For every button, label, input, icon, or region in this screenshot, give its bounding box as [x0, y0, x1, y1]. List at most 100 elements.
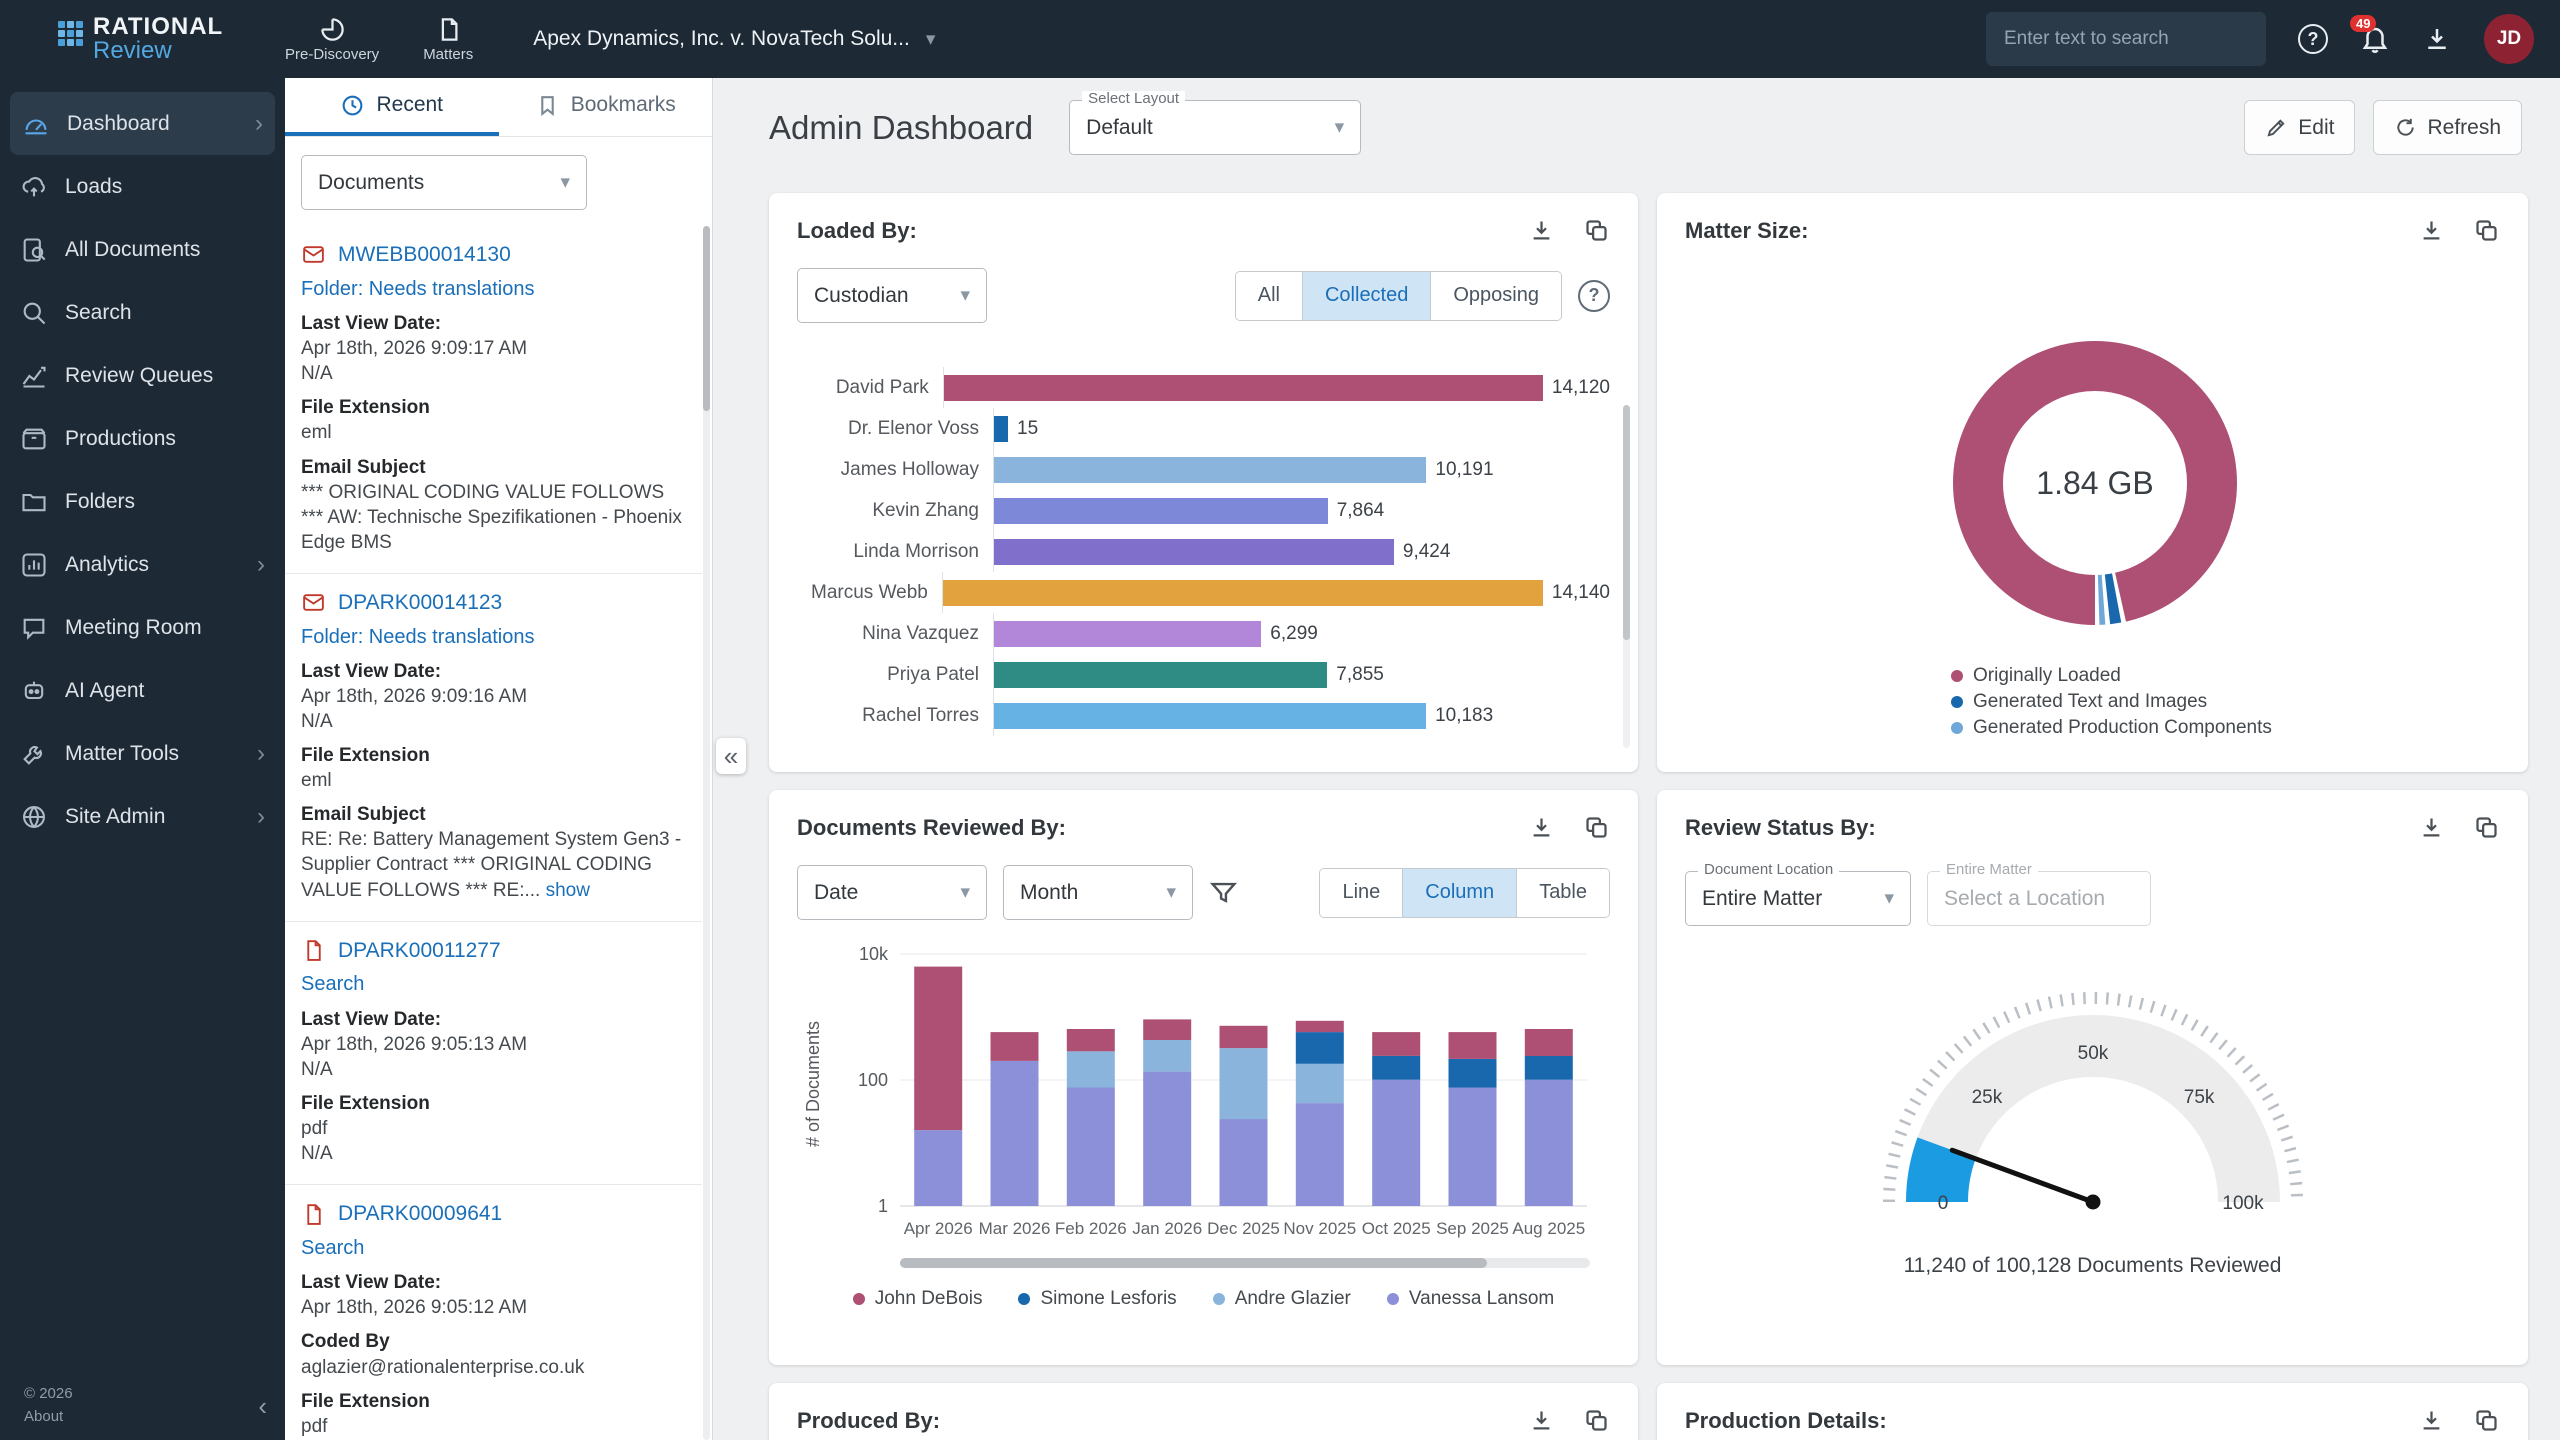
- copy-icon[interactable]: [2473, 814, 2500, 841]
- tab-bookmarks[interactable]: Bookmarks: [499, 78, 713, 136]
- scrollbar-thumb[interactable]: [900, 1258, 1487, 1268]
- toggle-line[interactable]: Line: [1320, 869, 1402, 917]
- notifications-button[interactable]: 49: [2360, 24, 2390, 54]
- sidebar-item-review-queues[interactable]: Review Queues: [0, 344, 285, 407]
- app-logo[interactable]: RATIONAL Review: [0, 15, 285, 64]
- nav-matters[interactable]: Matters: [423, 16, 473, 63]
- sidebar-item-ai-agent[interactable]: AI Agent: [0, 659, 285, 722]
- show-more-link[interactable]: show: [540, 880, 590, 901]
- document-id-link[interactable]: DPARK00009641: [338, 1200, 502, 1228]
- sidebar: Dashboard› Loads All DocumentsSearchReview…: [0, 78, 285, 1440]
- toggle-collected[interactable]: Collected: [1302, 272, 1430, 320]
- field-value: pdf: [301, 1116, 690, 1141]
- scrollbar-thumb[interactable]: [703, 226, 710, 411]
- filter-icon[interactable]: [1209, 878, 1238, 907]
- sidebar-item-analytics[interactable]: Analytics›: [0, 533, 285, 596]
- edit-button[interactable]: Edit: [2244, 100, 2355, 155]
- legend-dot: [1213, 1293, 1225, 1305]
- location-input[interactable]: Entire Matter Select a Location: [1927, 871, 2151, 926]
- sidebar-item-matter-tools[interactable]: Matter Tools›: [0, 722, 285, 785]
- sidebar-item-all-documents[interactable]: All Documents: [0, 218, 285, 281]
- sidebar-item-folders[interactable]: Folders: [0, 470, 285, 533]
- copy-icon[interactable]: [1583, 1407, 1610, 1434]
- matter-size-card: Matter Size: 1.84 GB Originally LoadedGe…: [1657, 193, 2528, 772]
- help-button[interactable]: ?: [2298, 24, 2328, 54]
- chart-vertical-scrollbar[interactable]: [1623, 405, 1630, 748]
- help-icon[interactable]: ?: [1578, 280, 1610, 312]
- layout-select[interactable]: Select Layout Default ▾: [1069, 100, 1361, 155]
- bar-category-label: Rachel Torres: [797, 705, 993, 727]
- custodian-select[interactable]: Custodian ▾: [797, 268, 987, 323]
- document-location-select[interactable]: Document Location Entire Matter ▾: [1685, 871, 1911, 926]
- sidebar-item-label: Meeting Room: [65, 616, 202, 640]
- chart-horizontal-scrollbar[interactable]: [900, 1258, 1590, 1268]
- ai-agent-icon: [20, 677, 48, 705]
- copy-icon[interactable]: [1583, 814, 1610, 841]
- svg-text:Jan 2026: Jan 2026: [1132, 1219, 1202, 1238]
- toggle-table[interactable]: Table: [1516, 869, 1609, 917]
- document-id-link[interactable]: DPARK00011277: [338, 937, 501, 965]
- search-input[interactable]: [1986, 12, 2266, 66]
- copy-icon[interactable]: [1583, 217, 1610, 244]
- interval-select[interactable]: Month ▾: [1003, 865, 1193, 920]
- sidebar-item-search[interactable]: Search: [0, 281, 285, 344]
- document-list-item: DPARK00014123 Folder: Needs translations L…: [285, 574, 702, 922]
- legend-dot: [1951, 722, 1963, 734]
- scrollbar-thumb[interactable]: [1623, 405, 1630, 640]
- matter-selector[interactable]: Apex Dynamics, Inc. v. NovaTech Solu... …: [533, 27, 935, 51]
- sidebar-item-productions[interactable]: Productions: [0, 407, 285, 470]
- bar-track: 9,424: [993, 531, 1610, 572]
- toggle-opposing[interactable]: Opposing: [1430, 272, 1561, 320]
- sidebar-item-loads[interactable]: Loads: [0, 155, 285, 218]
- panel-scrollbar[interactable]: [703, 226, 710, 1440]
- refresh-button[interactable]: Refresh: [2373, 100, 2522, 155]
- download-button[interactable]: [2422, 24, 2452, 54]
- toggle-all[interactable]: All: [1236, 272, 1302, 320]
- bar: [944, 375, 1543, 401]
- user-avatar[interactable]: JD: [2484, 14, 2534, 64]
- sidebar-item-label: Productions: [65, 427, 176, 451]
- download-icon[interactable]: [2418, 814, 2445, 841]
- location-input-placeholder: Select a Location: [1944, 887, 2105, 911]
- download-icon[interactable]: [1528, 814, 1555, 841]
- copy-icon[interactable]: [2473, 1407, 2500, 1434]
- review-status-gauge: 025k50k75k100k: [1833, 952, 2353, 1242]
- document-source-link[interactable]: Folder: Needs translations: [301, 276, 690, 302]
- document-id-link[interactable]: DPARK00014123: [338, 589, 502, 617]
- copy-icon[interactable]: [2473, 217, 2500, 244]
- sidebar-item-dashboard[interactable]: Dashboard›: [10, 92, 275, 155]
- group-by-select[interactable]: Date ▾: [797, 865, 987, 920]
- legend-dot: [1951, 696, 1963, 708]
- sidebar-item-label: Loads: [65, 175, 122, 199]
- document-location-legend: Document Location: [1698, 862, 1839, 877]
- download-icon[interactable]: [2418, 1407, 2445, 1434]
- toggle-column[interactable]: Column: [1402, 869, 1516, 917]
- document-header: DPARK00009641: [301, 1200, 690, 1228]
- chevron-down-icon: ▾: [1335, 116, 1345, 139]
- download-icon[interactable]: [1528, 217, 1555, 244]
- chevron-right-icon: ›: [257, 803, 265, 831]
- chevron-down-icon: ▾: [1166, 881, 1176, 904]
- field-label: Email Subject: [301, 455, 690, 480]
- sidebar-item-meeting-room[interactable]: Meeting Room: [0, 596, 285, 659]
- sidebar-item-site-admin[interactable]: Site Admin›: [0, 785, 285, 848]
- document-source-link[interactable]: Folder: Needs translations: [301, 624, 690, 650]
- document-type-select[interactable]: Documents ▾: [301, 155, 587, 210]
- document-id-link[interactable]: MWEBB00014130: [338, 241, 511, 269]
- document-source-link[interactable]: Search: [301, 1235, 690, 1261]
- document-source-link[interactable]: Search: [301, 971, 690, 997]
- field-label: Last View Date:: [301, 659, 690, 684]
- panel-collapse-button[interactable]: «: [716, 738, 746, 774]
- bar-row: Marcus Webb14,140: [797, 572, 1610, 613]
- tab-recent[interactable]: Recent: [285, 78, 499, 136]
- nav-pre-discovery[interactable]: Pre-Discovery: [285, 16, 379, 63]
- download-icon[interactable]: [1528, 1407, 1555, 1434]
- sidebar-collapse-icon[interactable]: ‹: [258, 1387, 267, 1426]
- bar: [994, 703, 1426, 729]
- about-link[interactable]: About: [24, 1406, 273, 1429]
- field-label: File Extension: [301, 743, 690, 768]
- bar-value-label: 7,855: [1336, 664, 1384, 686]
- svg-text:100: 100: [858, 1070, 888, 1090]
- loaded-by-chart: David Park14,120Dr. Elenor Voss15James H…: [797, 367, 1610, 736]
- download-icon[interactable]: [2418, 217, 2445, 244]
